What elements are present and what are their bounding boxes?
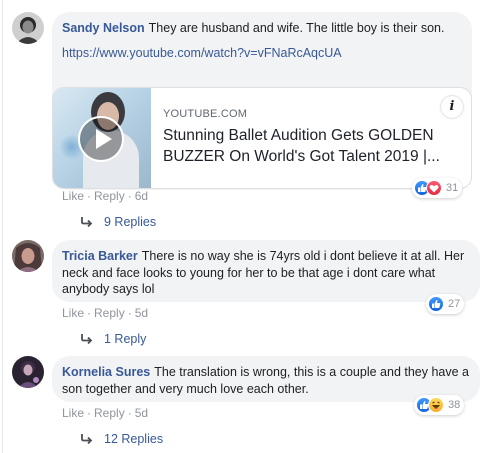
reaction-summary[interactable]: 27 [426, 294, 465, 314]
reaction-summary[interactable]: 38 [414, 395, 465, 415]
comment-bubble: Tricia Barker There is no way she is 74yr… [52, 240, 480, 302]
replies-count[interactable]: 1 Reply [104, 332, 146, 346]
haha-reaction-icon [428, 397, 444, 413]
thread-edge-line [2, 0, 3, 453]
comment-timestamp[interactable]: 6d [135, 189, 148, 203]
avatar[interactable] [12, 12, 44, 44]
comment-timestamp[interactable]: 5d [135, 406, 148, 420]
comment: Tricia Barker There is no way she is 74yr… [12, 234, 492, 354]
info-icon[interactable]: i [441, 96, 463, 118]
reaction-summary[interactable]: 31 [412, 178, 463, 198]
comment-author[interactable]: Kornelia Sures [62, 365, 150, 379]
reaction-count: 27 [448, 298, 461, 310]
comment-actions: Like · Reply · 5d [62, 406, 149, 420]
view-replies-link[interactable]: 1 Reply [80, 332, 146, 346]
comment-actions: Like · Reply · 5d [62, 306, 149, 320]
reply-arrow-icon [81, 434, 93, 445]
comment-bubble: Kornelia Sures The translation is wrong, … [52, 356, 480, 402]
preview-source: YOUTUBE.COM [163, 108, 248, 120]
comment-text: They are husband and wife. The little bo… [148, 21, 445, 35]
comment: Sandy Nelson They are husband and wife. T… [12, 0, 492, 240]
reply-arrow-icon [81, 334, 93, 345]
comment-author[interactable]: Tricia Barker [62, 249, 138, 263]
like-button[interactable]: Like [62, 189, 84, 203]
replies-count[interactable]: 9 Replies [104, 215, 156, 229]
comment-link[interactable]: https://www.youtube.com/watch?v=vFNaRcAq… [62, 45, 462, 62]
link-preview-card[interactable]: YOUTUBE.COM Stunning Ballet Audition Get… [52, 87, 472, 189]
like-button[interactable]: Like [62, 406, 84, 420]
view-replies-link[interactable]: 9 Replies [80, 215, 156, 229]
reaction-count: 31 [446, 182, 459, 194]
play-icon[interactable] [78, 116, 124, 162]
comment-timestamp[interactable]: 5d [135, 306, 148, 320]
avatar[interactable] [12, 240, 44, 272]
preview-title[interactable]: Stunning Ballet Audition Gets GOLDEN BUZ… [163, 125, 463, 167]
avatar[interactable] [12, 356, 44, 388]
reply-button[interactable]: Reply [94, 406, 125, 420]
reply-button[interactable]: Reply [94, 189, 125, 203]
comment-actions: Like · Reply · 6d [62, 189, 149, 203]
reaction-count: 38 [448, 399, 461, 411]
replies-count[interactable]: 12 Replies [104, 432, 163, 446]
comment: Kornelia Sures The translation is wrong, … [12, 350, 492, 453]
view-replies-link[interactable]: 12 Replies [80, 432, 163, 446]
reply-arrow-icon [81, 217, 93, 228]
like-button[interactable]: Like [62, 306, 84, 320]
comment-author[interactable]: Sandy Nelson [62, 21, 145, 35]
reply-button[interactable]: Reply [94, 306, 125, 320]
love-reaction-icon [426, 180, 442, 196]
video-thumbnail[interactable] [53, 88, 151, 188]
like-reaction-icon [428, 296, 444, 312]
